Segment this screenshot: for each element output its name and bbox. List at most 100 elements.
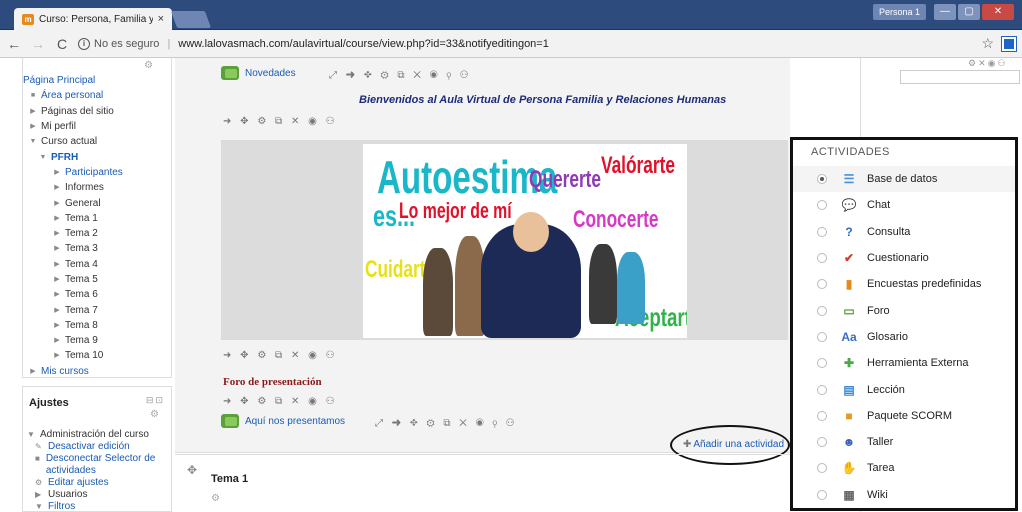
nav-item-label[interactable]: PFRH <box>51 150 78 165</box>
nav-item[interactable]: ■ Área personal <box>23 88 173 103</box>
nav-item[interactable]: ▶ Tema 1 <box>23 211 173 226</box>
nav-item-label[interactable]: Informes <box>65 180 104 195</box>
nav-item[interactable]: ▶ Tema 2 <box>23 226 173 241</box>
edit-icons-row[interactable]: ➜ ✥ ⚙ ⧉ ✕ ◉ ⚇ <box>223 116 338 127</box>
url-text[interactable]: www.lalovasmach.com/aulavirtual/course/v… <box>178 38 549 50</box>
nav-item[interactable]: ▶ Tema 7 <box>23 302 173 317</box>
settings-item-label[interactable]: Desconectar Selector de actividades <box>46 453 173 477</box>
radio-button[interactable] <box>817 200 827 211</box>
radio-button[interactable] <box>817 253 827 264</box>
activity-option[interactable]: ▦ Wiki <box>793 482 1015 508</box>
settings-item-label[interactable]: Desactivar edición <box>48 441 130 453</box>
activity-option[interactable]: ✔ Cuestionario <box>793 245 1015 271</box>
settings-item[interactable]: ⚙ Editar ajustes <box>27 477 173 489</box>
reload-icon[interactable]: C <box>52 36 72 52</box>
radio-button[interactable] <box>817 410 827 421</box>
nav-item[interactable]: ▶ Mi perfil <box>23 119 173 134</box>
extension-icon[interactable] <box>1001 35 1017 52</box>
forward-arrow-icon[interactable]: → <box>28 36 48 52</box>
activity-option[interactable]: ▤ Lección <box>793 376 1015 402</box>
add-activity-link[interactable]: ✚ Añadir una actividad <box>683 439 784 450</box>
nav-item[interactable]: ▶ Tema 5 <box>23 272 173 287</box>
activity-option[interactable]: ☰ Base de datos <box>793 166 1015 193</box>
radio-button[interactable] <box>817 305 827 316</box>
tab-close-icon[interactable]: × <box>158 13 164 25</box>
back-arrow-icon[interactable]: ← <box>4 36 24 52</box>
new-tab-button[interactable] <box>170 11 212 28</box>
activity-option[interactable]: ▭ Foro <box>793 297 1015 323</box>
settings-item[interactable]: ■ Desconectar Selector de actividades <box>27 453 173 477</box>
activity-option-label[interactable]: Foro <box>867 305 890 317</box>
activity-option[interactable]: ☻ Taller <box>793 429 1015 455</box>
radio-button[interactable] <box>817 174 827 185</box>
nav-item-label[interactable]: Tema 8 <box>65 318 98 333</box>
nav-item-label[interactable]: Tema 2 <box>65 226 98 241</box>
radio-button[interactable] <box>817 226 827 237</box>
nav-item[interactable]: ▶ Tema 4 <box>23 257 173 272</box>
url-field[interactable]: i No es seguro | www.lalovasmach.com/aul… <box>78 37 981 50</box>
gear-icon[interactable]: ⚙ <box>144 60 153 71</box>
activity-option-label[interactable]: Taller <box>867 436 893 448</box>
profile-button[interactable]: Persona 1 <box>872 4 926 20</box>
activity-option[interactable]: ■ Paquete SCORM <box>793 403 1015 429</box>
radio-button[interactable] <box>817 331 827 342</box>
nav-item[interactable]: ▶ Tema 6 <box>23 287 173 302</box>
activity-option[interactable]: 💬 Chat <box>793 192 1015 218</box>
nav-item-label[interactable]: Mi perfil <box>41 119 76 134</box>
move-icon[interactable]: ✥ <box>187 463 197 477</box>
nav-item[interactable]: ▼ PFRH <box>23 149 173 164</box>
nav-item-label[interactable]: Tema 3 <box>65 241 98 256</box>
activity-option-label[interactable]: Encuestas predefinidas <box>867 278 981 290</box>
edit-icons-row[interactable]: ➜ ✥ ⚙ ⧉ ✕ ◉ ⚇ <box>223 350 338 361</box>
activity-option-label[interactable]: Wiki <box>867 489 888 501</box>
nav-item[interactable]: ▶ Tema 9 <box>23 333 173 348</box>
nav-item[interactable]: ▶ Tema 10 <box>23 348 173 363</box>
activity-option[interactable]: ✚ Herramienta Externa <box>793 350 1015 376</box>
activity-novedades[interactable]: Novedades <box>221 66 296 80</box>
activity-option[interactable]: Aa Glosario <box>793 324 1015 350</box>
nav-item-label[interactable]: Tema 4 <box>65 257 98 272</box>
activity-option-label[interactable]: Cuestionario <box>867 252 929 264</box>
nav-item-label[interactable]: Área personal <box>41 88 103 103</box>
activity-option-label[interactable]: Tarea <box>867 462 895 474</box>
radio-button[interactable] <box>817 489 827 500</box>
radio-button[interactable] <box>817 384 827 395</box>
settings-item-label[interactable]: Usuarios <box>48 489 87 501</box>
nav-item-label[interactable]: Tema 6 <box>65 287 98 302</box>
close-window-button[interactable]: ✕ <box>982 4 1014 20</box>
gear-icon[interactable]: ⚙ <box>211 493 220 504</box>
nav-item[interactable]: ▶ Participantes <box>23 165 173 180</box>
block-edit-icons[interactable]: ⚙✕◉⚇ <box>968 58 1008 69</box>
activity-option-label[interactable]: Paquete SCORM <box>867 410 952 422</box>
nav-item[interactable]: ▶ General <box>23 195 173 210</box>
activity-option[interactable]: ✋ Tarea <box>793 455 1015 481</box>
activity-option-label[interactable]: Consulta <box>867 226 910 238</box>
nav-item[interactable]: ▶ Tema 3 <box>23 241 173 256</box>
gear-icon[interactable]: ⚙ <box>150 409 159 420</box>
nav-item-label[interactable]: Tema 10 <box>65 348 103 363</box>
nav-item-label[interactable]: Tema 7 <box>65 303 98 318</box>
settings-item-label[interactable]: Filtros <box>48 501 75 512</box>
nav-item-label[interactable]: Mis cursos <box>41 364 89 379</box>
add-activity-label[interactable]: Añadir una actividad <box>693 439 784 450</box>
nav-item[interactable]: ▶ Informes <box>23 180 173 195</box>
nav-item[interactable]: ▶ Mis cursos <box>23 364 173 379</box>
nav-item-label[interactable]: Páginas del sitio <box>41 104 114 119</box>
nav-item-label[interactable]: Tema 9 <box>65 333 98 348</box>
settings-item-label[interactable]: Administración del curso <box>40 429 149 441</box>
activity-label[interactable]: Novedades <box>245 68 296 79</box>
radio-button[interactable] <box>817 279 827 290</box>
edit-icons-row[interactable]: ➜ ✥ ⚙ ⧉ ✕ ◉ ⚇ <box>223 396 338 407</box>
settings-item[interactable]: ▶ Usuarios <box>27 489 173 501</box>
nav-item[interactable]: Página Principal <box>23 73 173 88</box>
maximize-button[interactable]: ▢ <box>958 4 980 20</box>
info-icon[interactable]: i <box>78 37 90 50</box>
nav-item-label[interactable]: Curso actual <box>41 134 97 149</box>
edit-icons-row[interactable]: ⤢ ➜ ✥ ⚙ ⧉ ✕ ◉ ⚲ ⚇ <box>329 70 471 81</box>
activity-aqui-nos-presentamos[interactable]: Aquí nos presentamos <box>221 414 345 428</box>
browser-tab[interactable]: m Curso: Persona, Familia y × <box>14 8 172 30</box>
activity-option-label[interactable]: Lección <box>867 384 905 396</box>
minimize-button[interactable]: — <box>934 4 956 20</box>
nav-item[interactable]: ▶ Tema 8 <box>23 318 173 333</box>
activity-option[interactable]: ? Consulta <box>793 219 1015 245</box>
